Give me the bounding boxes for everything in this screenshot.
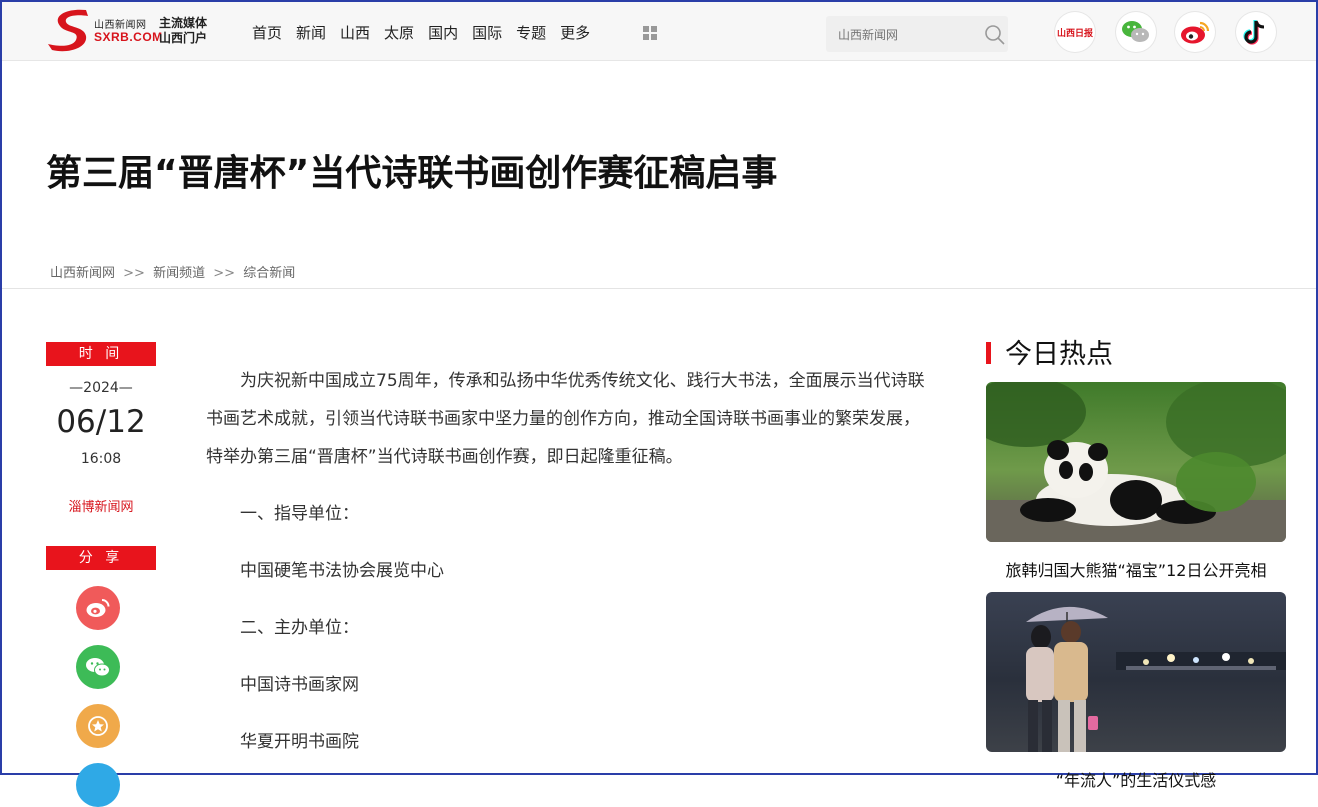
slogan-line2: 山西门户 [159,31,208,45]
hot-news-caption[interactable]: “年流人”的生活仪式感 [986,767,1286,791]
grid-menu-icon[interactable] [643,26,657,40]
breadcrumb-category[interactable]: 综合新闻 [243,266,295,281]
nav-topics[interactable]: 专题 [516,22,546,43]
article-paragraph: 中国诗书画家网 [240,675,359,695]
publish-time: 16:08 [80,451,122,467]
publish-date: 06/12 [56,404,146,440]
panda-thumbnail[interactable] [986,382,1286,542]
site-domain: SXRB.COM [94,30,163,44]
weibo-icon[interactable] [1175,12,1215,52]
nav-more[interactable]: 更多 [560,22,590,43]
time-tag: 时 间 [46,342,156,366]
search-box [826,16,1008,52]
breadcrumb: 山西新闻网 >> 新闻频道 >> 综合新闻 [50,262,295,281]
share-tag: 分 享 [46,546,156,570]
nav-shanxi[interactable]: 山西 [340,22,370,43]
wechat-share-icon[interactable] [76,645,120,689]
site-logo[interactable]: 山西新闻网 SXRB.COM 主流媒体 山西门户 [46,6,216,54]
article-title: 第三届“晋唐杯”当代诗联书画创作赛征稿启事 [46,153,778,194]
hot-title-accent [986,342,991,364]
weibo-share-icon[interactable] [76,586,120,630]
nav-taiyuan[interactable]: 太原 [384,22,414,43]
article-source[interactable]: 淄博新闻网 [46,496,156,515]
article-body: 为庆祝新中国成立75周年，传承和弘扬中华优秀传统文化、践行大书法，全面展示当代诗… [206,362,936,780]
article-paragraph: 一、指导单位： [240,504,359,524]
article-paragraph: 为庆祝新中国成立75周年，传承和弘扬中华优秀传统文化、践行大书法，全面展示当代诗… [206,371,925,467]
article-paragraph: 中国硬笔书法协会展览中心 [240,561,444,581]
daily-logo-text: 山西日报 [1056,28,1093,39]
tiktok-icon[interactable] [1236,12,1276,52]
article-paragraph: 二、主办单位： [240,618,359,638]
search-input[interactable] [836,24,970,46]
site-name: 山西新闻网 [94,20,147,31]
article-paragraph: 华夏开明书画院 [240,732,359,752]
nav-home[interactable]: 首页 [252,22,282,43]
s-logo-icon [48,9,88,52]
top-header: 山西新闻网 SXRB.COM 主流媒体 山西门户 首页 新闻 山西 太原 国内 … [2,2,1316,61]
qq-share-icon[interactable] [76,763,120,807]
header-divider [2,288,1316,289]
breadcrumb-separator: >> [213,266,236,281]
hot-news-title: 今日热点 [1005,339,1113,370]
wechat-icon[interactable] [1116,12,1156,52]
nav-domestic[interactable]: 国内 [428,22,458,43]
nav-news[interactable]: 新闻 [296,22,326,43]
breadcrumb-site[interactable]: 山西新闻网 [50,266,115,281]
breadcrumb-separator: >> [123,266,145,281]
search-icon[interactable] [984,24,1006,46]
main-nav: 首页 新闻 山西 太原 国内 国际 专题 更多 [252,22,590,43]
umbrella-couple-thumbnail[interactable] [986,592,1286,752]
hot-news-caption[interactable]: 旅韩归国大熊猫“福宝”12日公开亮相 [986,557,1286,581]
breadcrumb-channel[interactable]: 新闻频道 [153,266,205,281]
nav-international[interactable]: 国际 [472,22,502,43]
publish-year: —2024— [69,380,133,396]
favorite-share-icon[interactable] [76,704,120,748]
shanxi-daily-icon[interactable]: 山西日报 [1055,12,1095,52]
